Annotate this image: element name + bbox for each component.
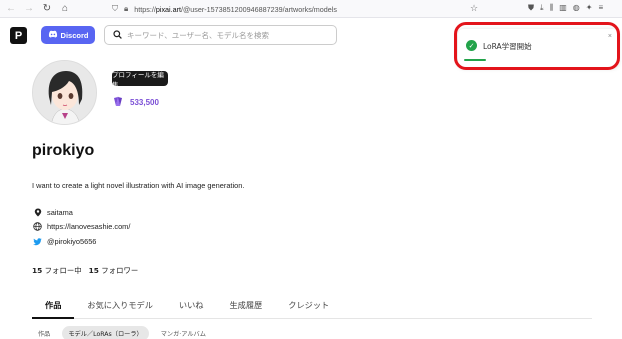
artwork-subtabs: 作品 モデル／LoRAs（ローラ） マンガ·アルバム	[32, 326, 212, 339]
highlight-annotation	[454, 22, 620, 70]
discord-button[interactable]: Discord	[41, 26, 95, 44]
url-host: pixai.art	[155, 4, 182, 14]
tab-generation-history[interactable]: 生成履歴	[216, 292, 275, 319]
subtab-manga-album[interactable]: マンガ·アルバム	[155, 326, 212, 339]
bio: I want to create a light novel illustrat…	[32, 181, 245, 190]
followers-count: 15	[88, 266, 99, 275]
search-input[interactable]	[127, 30, 327, 40]
tab-favorite-models[interactable]: お気に入りモデル	[74, 292, 166, 319]
pixai-logo[interactable]: P	[10, 27, 27, 44]
website-row: https://lanovesashie.com/	[33, 222, 130, 231]
extensions-icon[interactable]: ✦	[586, 3, 593, 13]
search-icon	[113, 29, 122, 41]
avatar[interactable]	[32, 60, 97, 125]
points-value: 533,500	[130, 97, 159, 107]
browser-toolbar: ← → ↻ ⌂ ⛉ 🔒︎ https://pixai.art/@user-157…	[0, 0, 622, 18]
download-icon[interactable]: ⤓	[540, 3, 544, 13]
website-link[interactable]: https://lanovesashie.com/	[47, 222, 130, 231]
following-label: フォロー中	[44, 266, 82, 275]
location-row: saitama	[33, 208, 73, 217]
subtab-works[interactable]: 作品	[32, 326, 56, 339]
shield-icon: ⛉	[112, 4, 118, 13]
subtab-models-loras[interactable]: モデル／LoRAs（ローラ）	[62, 326, 149, 339]
url-path: /@user-1573851200946887239/artworks/mode…	[181, 4, 337, 14]
tab-credits[interactable]: クレジット	[275, 292, 342, 319]
followers-label: フォロワー	[101, 266, 139, 275]
browser-extension-icons: ⛊ ⤓ ⫼ ▥ ◍ ✦ ≡	[528, 3, 603, 13]
globe-icon	[33, 222, 42, 231]
followers-stat[interactable]: 15 フォロワー	[89, 265, 139, 276]
back-icon[interactable]: ←	[4, 2, 18, 16]
pocket-icon[interactable]: ⛊	[528, 3, 534, 13]
username: pirokiyo	[32, 142, 95, 159]
tab-likes[interactable]: いいね	[166, 292, 217, 319]
reload-icon[interactable]: ↻	[40, 2, 54, 16]
search-box	[104, 25, 337, 45]
library-icon[interactable]: ⫼	[550, 3, 554, 13]
location-pin-icon	[33, 208, 42, 217]
account-icon[interactable]: ◍	[573, 3, 580, 13]
url-prefix: https://	[134, 4, 156, 14]
discord-icon	[48, 30, 58, 40]
following-stat[interactable]: 15 フォロー中	[32, 265, 82, 276]
lock-icon: 🔒︎	[124, 4, 129, 13]
points-display: 533,500	[112, 95, 159, 109]
follow-stats: 15 フォロー中 15 フォロワー	[32, 265, 138, 276]
crystal-icon	[112, 95, 124, 109]
menu-icon[interactable]: ≡	[598, 3, 603, 13]
home-icon[interactable]: ⌂	[58, 2, 72, 16]
bookmark-star-icon[interactable]: ☆	[470, 3, 478, 14]
twitter-handle[interactable]: @pirokiyo5656	[47, 237, 96, 246]
edit-profile-button[interactable]: プロフィールを編集	[112, 71, 168, 89]
following-count: 15	[32, 266, 43, 275]
sidebar-icon[interactable]: ▥	[559, 3, 567, 13]
forward-icon[interactable]: →	[22, 2, 36, 16]
twitter-icon	[33, 237, 42, 246]
profile-tabs: 作品 お気に入りモデル いいね 生成履歴 クレジット	[32, 292, 592, 319]
tab-artworks[interactable]: 作品	[32, 292, 75, 319]
twitter-row: @pirokiyo5656	[33, 237, 96, 246]
location-text: saitama	[47, 208, 73, 217]
address-bar[interactable]: ⛉ 🔒︎ https://pixai.art/@user-15738512009…	[112, 2, 337, 16]
discord-label: Discord	[60, 30, 89, 40]
